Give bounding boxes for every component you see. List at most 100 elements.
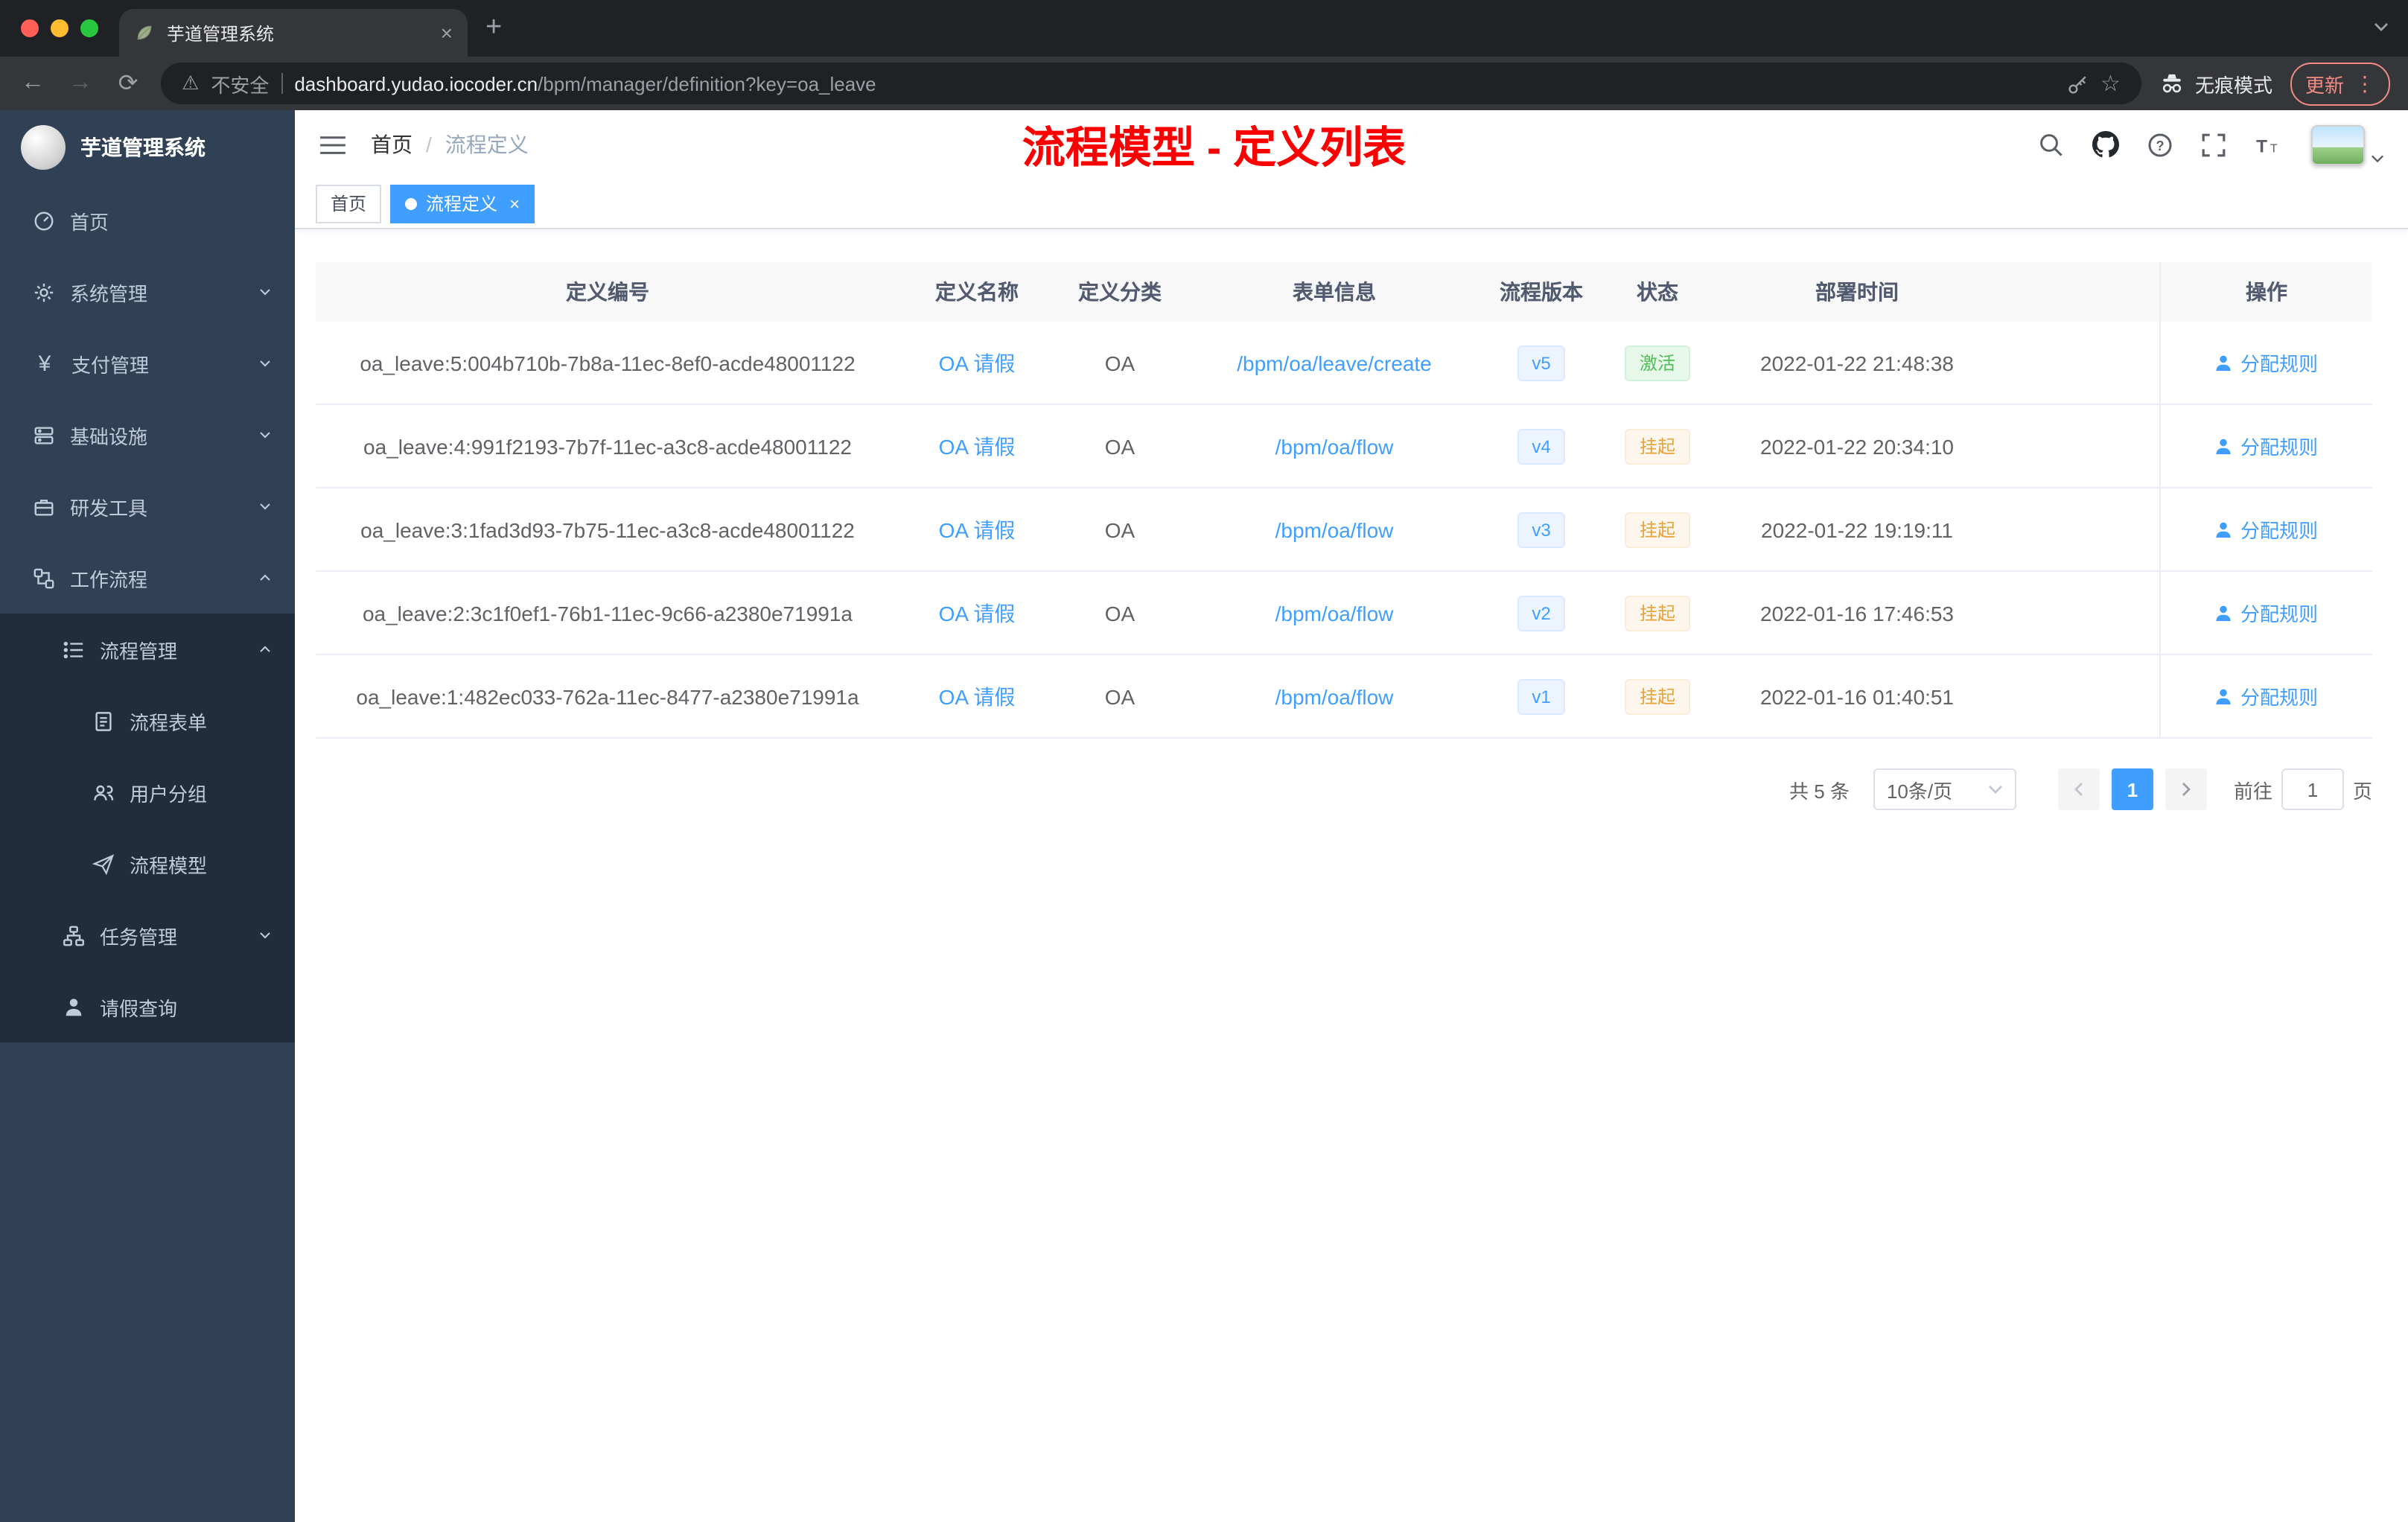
new-tab-button[interactable]: + bbox=[468, 0, 520, 57]
definition-category: OA bbox=[1104, 684, 1135, 708]
users-icon bbox=[94, 784, 114, 800]
minimize-window-button[interactable] bbox=[51, 19, 69, 37]
sidebar-item-payment[interactable]: ¥ 支付管理 bbox=[0, 328, 295, 399]
chevron-down-icon[interactable] bbox=[2372, 18, 2390, 36]
sidebar-item-process-form[interactable]: 流程表单 bbox=[0, 685, 295, 757]
url-path: /bpm/manager/definition?key=oa_leave bbox=[538, 72, 876, 95]
zoom-window-button[interactable] bbox=[80, 19, 98, 37]
version-tag: v2 bbox=[1517, 595, 1566, 631]
version-tag: v4 bbox=[1517, 428, 1566, 464]
definition-category: OA bbox=[1104, 518, 1135, 541]
assign-rule-link[interactable]: 分配规则 bbox=[2215, 348, 2318, 377]
annotation-title: 流程模型 - 定义列表 bbox=[1022, 125, 1407, 173]
github-icon[interactable] bbox=[2092, 131, 2119, 158]
screen: 芋道管理系统 × + ← → ⟳ ⚠ 不安全 dashboard.yudao.i… bbox=[0, 0, 2408, 1522]
dashboard-icon bbox=[34, 211, 54, 230]
user-icon bbox=[2217, 521, 2232, 537]
version-tag: v1 bbox=[1517, 678, 1566, 714]
goto-label: 前往 bbox=[2233, 780, 2272, 802]
sidebar-item-process-management[interactable]: 流程管理 bbox=[0, 614, 295, 685]
search-icon[interactable] bbox=[2039, 132, 2064, 157]
font-size-icon[interactable]: TT bbox=[2255, 133, 2283, 156]
forward-button[interactable]: → bbox=[66, 70, 95, 97]
incognito-label: 无痕模式 bbox=[2194, 74, 2272, 96]
sidebar-item-task-management[interactable]: 任务管理 bbox=[0, 899, 295, 971]
form-link[interactable]: /bpm/oa/flow bbox=[1275, 601, 1394, 625]
chevron-left-icon bbox=[2074, 783, 2083, 796]
tags-bar: 首页 流程定义 × bbox=[295, 179, 2408, 229]
user-icon bbox=[2217, 438, 2232, 453]
chevron-down-icon bbox=[260, 932, 270, 939]
tag-home[interactable]: 首页 bbox=[316, 184, 382, 223]
assign-rule-link[interactable]: 分配规则 bbox=[2215, 515, 2318, 544]
breadcrumb-home[interactable]: 首页 bbox=[371, 130, 413, 159]
tag-close-icon[interactable]: × bbox=[509, 193, 520, 214]
assign-rule-link[interactable]: 分配规则 bbox=[2215, 432, 2318, 460]
definition-name-link[interactable]: OA 请假 bbox=[939, 431, 1016, 461]
form-link[interactable]: /bpm/oa/flow bbox=[1275, 518, 1394, 541]
form-link[interactable]: /bpm/oa/leave/create bbox=[1237, 351, 1432, 375]
definition-name-link[interactable]: OA 请假 bbox=[939, 348, 1016, 378]
form-link[interactable]: /bpm/oa/flow bbox=[1275, 684, 1394, 708]
favicon-leaf-icon bbox=[137, 25, 152, 40]
app-logo[interactable]: 芋道管理系统 bbox=[0, 110, 295, 185]
sidebar-item-label: 任务管理 bbox=[100, 926, 178, 948]
user-avatar-menu[interactable] bbox=[2311, 124, 2384, 165]
status-tag: 挂起 bbox=[1624, 512, 1690, 547]
sidebar-item-system[interactable]: 系统管理 bbox=[0, 256, 295, 328]
sidebar-item-leave-query[interactable]: 请假查询 bbox=[0, 971, 295, 1042]
assign-rule-link[interactable]: 分配规则 bbox=[2215, 682, 2318, 710]
tag-process-definition[interactable]: 流程定义 × bbox=[390, 184, 535, 223]
goto-page-input[interactable] bbox=[2281, 768, 2344, 810]
definition-id: oa_leave:2:3c1f0ef1-76b1-11ec-9c66-a2380… bbox=[362, 601, 853, 625]
browser-tab[interactable]: 芋道管理系统 × bbox=[119, 9, 468, 57]
window-controls bbox=[0, 0, 119, 57]
avatar bbox=[2311, 124, 2365, 165]
definition-category: OA bbox=[1104, 434, 1135, 458]
next-page-button[interactable] bbox=[2165, 768, 2207, 810]
sidebar-item-process-model[interactable]: 流程模型 bbox=[0, 828, 295, 899]
definition-category: OA bbox=[1104, 601, 1135, 625]
list-icon bbox=[63, 640, 83, 658]
incognito-badge: 无痕模式 bbox=[2159, 69, 2272, 98]
sidebar-item-user-group[interactable]: 用户分组 bbox=[0, 757, 295, 828]
security-label: 不安全 bbox=[211, 74, 270, 96]
url-domain: dashboard.yudao.iocoder.cn bbox=[294, 72, 538, 95]
svg-text:?: ? bbox=[2156, 138, 2164, 153]
help-icon[interactable]: ? bbox=[2147, 132, 2173, 157]
url-field[interactable]: ⚠ 不安全 dashboard.yudao.iocoder.cn/bpm/man… bbox=[161, 63, 2141, 104]
chevron-down-icon bbox=[260, 432, 270, 439]
table-row: oa_leave:1:482ec033-762a-11ec-8477-a2380… bbox=[316, 655, 2372, 739]
fullscreen-icon[interactable] bbox=[2201, 132, 2226, 157]
sidebar-item-home[interactable]: 首页 bbox=[0, 185, 295, 256]
sidebar-item-infrastructure[interactable]: 基础设施 bbox=[0, 399, 295, 471]
assign-rule-link[interactable]: 分配规则 bbox=[2215, 599, 2318, 627]
key-icon[interactable] bbox=[2066, 72, 2089, 95]
sidebar-item-workflow[interactable]: 工作流程 bbox=[0, 542, 295, 614]
kebab-menu-icon[interactable]: ⋮ bbox=[2354, 71, 2375, 96]
definition-name-link[interactable]: OA 请假 bbox=[939, 681, 1016, 711]
bookmark-star-icon[interactable]: ☆ bbox=[2100, 70, 2121, 97]
assign-rule-label: 分配规则 bbox=[2240, 603, 2318, 625]
page-number-button[interactable]: 1 bbox=[2111, 768, 2153, 810]
form-link[interactable]: /bpm/oa/flow bbox=[1275, 434, 1394, 458]
page-size-select[interactable]: 10条/页 bbox=[1873, 768, 2016, 810]
active-dot bbox=[405, 197, 418, 209]
tab-close-icon[interactable]: × bbox=[441, 21, 453, 45]
tab-title: 芋道管理系统 bbox=[167, 23, 275, 44]
sidebar-collapse-button[interactable] bbox=[319, 133, 347, 156]
prev-page-button[interactable] bbox=[2057, 768, 2100, 810]
reload-button[interactable]: ⟳ bbox=[113, 69, 143, 98]
user-icon bbox=[2217, 688, 2232, 704]
definition-name-link[interactable]: OA 请假 bbox=[939, 515, 1016, 544]
deploy-time: 2022-01-22 21:48:38 bbox=[1760, 351, 1954, 375]
chrome-update-button[interactable]: 更新 ⋮ bbox=[2290, 62, 2390, 105]
sidebar-item-label: 流程表单 bbox=[130, 711, 208, 733]
user-icon bbox=[2217, 354, 2232, 370]
close-window-button[interactable] bbox=[21, 19, 39, 37]
back-button[interactable]: ← bbox=[18, 70, 48, 97]
definition-name-link[interactable]: OA 请假 bbox=[939, 598, 1016, 628]
hamburger-icon bbox=[320, 136, 345, 153]
sidebar-item-dev-tools[interactable]: 研发工具 bbox=[0, 471, 295, 542]
assign-rule-label: 分配规则 bbox=[2240, 436, 2318, 459]
